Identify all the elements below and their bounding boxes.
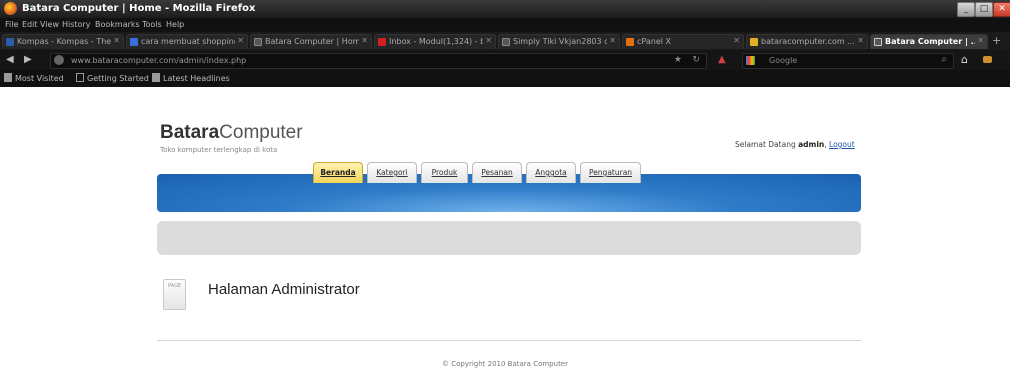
nav-tab-pesanan[interactable]: Pesanan [472,162,522,183]
rss-icon [152,73,160,82]
browser-tab[interactable]: Batara Computer | Home ✕ [250,34,372,49]
browser-tab[interactable]: Simply Tiki Vkjan2803 com... ✕ [498,34,620,49]
page-content: BataraComputer Toko komputer terlengkap … [0,87,1010,370]
tab-label: Batara Computer | ... [885,37,975,46]
addon-icon[interactable]: ▲ [718,54,726,65]
new-tab-button[interactable]: + [992,34,1001,47]
forward-button[interactable]: ▶ [24,54,32,65]
menu-bar: File Edit View History Bookmarks Tools H… [0,18,1010,32]
menu-help[interactable]: Help [166,20,184,29]
window-title: Batara Computer | Home - Mozilla Firefox [22,3,256,14]
footer-copyright: © Copyright 2010 Batara Computer [441,360,568,368]
bookmark-latest-headlines[interactable]: Latest Headlines [152,73,230,83]
tab-label: Kompas - Kompas - The l... [17,37,111,46]
bookmark-star-icon[interactable]: ★ [674,55,682,65]
tab-bar: Kompas - Kompas - The l... ✕ cara membua… [0,32,1010,50]
minimize-button[interactable]: _ [957,2,975,17]
site-identity-icon[interactable] [54,55,64,65]
browser-tab[interactable]: Kompas - Kompas - The l... ✕ [2,34,124,49]
page-icon [76,73,84,82]
addon-icon[interactable] [983,56,992,63]
search-box[interactable]: Google ⌕ [742,53,954,69]
submenu-bar [157,221,861,255]
menu-history[interactable]: History [62,20,90,29]
tab-close-icon[interactable]: ✕ [113,36,120,45]
nav-tab-beranda[interactable]: Beranda [313,162,363,183]
firefox-icon [4,2,17,15]
bookmark-folder-icon [4,73,12,82]
browser-tab-active[interactable]: Batara Computer | ... ✕ [870,34,988,49]
close-button[interactable]: ✕ [993,2,1010,17]
browser-tab[interactable]: cPanel X ✕ [622,34,744,49]
maximize-button[interactable]: □ [975,2,993,17]
browser-tab[interactable]: bataracomputer.com ... ✕ [746,34,868,49]
tab-close-icon[interactable]: ✕ [857,36,864,45]
tab-close-icon[interactable]: ✕ [609,36,616,45]
menu-bookmarks[interactable]: Bookmarks [95,20,140,29]
menu-view[interactable]: View [40,20,59,29]
browser-tab[interactable]: cara membuat shopping k... ✕ [126,34,248,49]
tab-label: Simply Tiki Vkjan2803 com... [513,37,607,46]
home-icon[interactable]: ⌂ [961,53,968,66]
tab-close-icon[interactable]: ✕ [733,36,740,45]
tab-label: cPanel X [637,37,672,46]
reload-icon[interactable]: ↻ [692,55,700,65]
page-favicon-icon [750,38,758,46]
bookmarks-bar: Most Visited Getting Started Latest Head… [0,70,1010,87]
url-text[interactable]: www.bataracomputer.com/admin/index.php [71,56,246,65]
google-icon[interactable] [746,56,755,65]
url-bar[interactable]: www.bataracomputer.com/admin/index.php ★… [50,53,707,69]
site-tagline: Toko komputer terlengkap di kota [160,146,278,154]
page-icon: PAGE [163,279,186,310]
tab-label: Inbox - Modul(1,324) - b... [389,37,483,46]
page-title: Halaman Administrator [208,281,360,298]
blank-page-icon [254,38,262,46]
nav-tab-pengaturan[interactable]: Pengaturan [580,162,641,183]
menu-edit[interactable]: Edit [22,20,38,29]
nav-tab-produk[interactable]: Produk [421,162,468,183]
tab-close-icon[interactable]: ✕ [361,36,368,45]
menu-file[interactable]: File [5,20,18,29]
window-titlebar: Batara Computer | Home - Mozilla Firefox… [0,0,1010,18]
search-placeholder[interactable]: Google [769,56,797,65]
browser-tab[interactable]: Inbox - Modul(1,324) - b... ✕ [374,34,496,49]
bookmark-most-visited[interactable]: Most Visited [4,73,64,83]
tab-label: cara membuat shopping k... [141,37,235,46]
bookmark-getting-started[interactable]: Getting Started [76,73,149,83]
blank-page-icon [874,38,882,46]
tab-close-icon[interactable]: ✕ [485,36,492,45]
divider [157,340,861,341]
gmail-icon [378,38,386,46]
navigation-bar: ◀ ▶ www.bataracomputer.com/admin/index.p… [0,50,1010,70]
blank-page-icon [502,38,510,46]
nav-tab-kategori[interactable]: Kategori [367,162,417,183]
back-button[interactable]: ◀ [6,54,14,65]
kompas-favicon-icon [6,38,14,46]
tab-label: bataracomputer.com ... [761,37,855,46]
welcome-text: Selamat Datang admin, Logout [735,140,855,149]
tab-label: Batara Computer | Home [265,37,359,46]
nav-tab-anggota[interactable]: Anggota [526,162,576,183]
site-logo[interactable]: BataraComputer [160,122,303,144]
cpanel-icon [626,38,634,46]
page-favicon-icon [130,38,138,46]
search-icon[interactable]: ⌕ [941,54,947,65]
tab-close-icon[interactable]: ✕ [237,36,244,45]
tab-close-icon[interactable]: ✕ [977,36,984,45]
menu-tools[interactable]: Tools [142,20,162,29]
logout-link[interactable]: Logout [829,140,855,149]
